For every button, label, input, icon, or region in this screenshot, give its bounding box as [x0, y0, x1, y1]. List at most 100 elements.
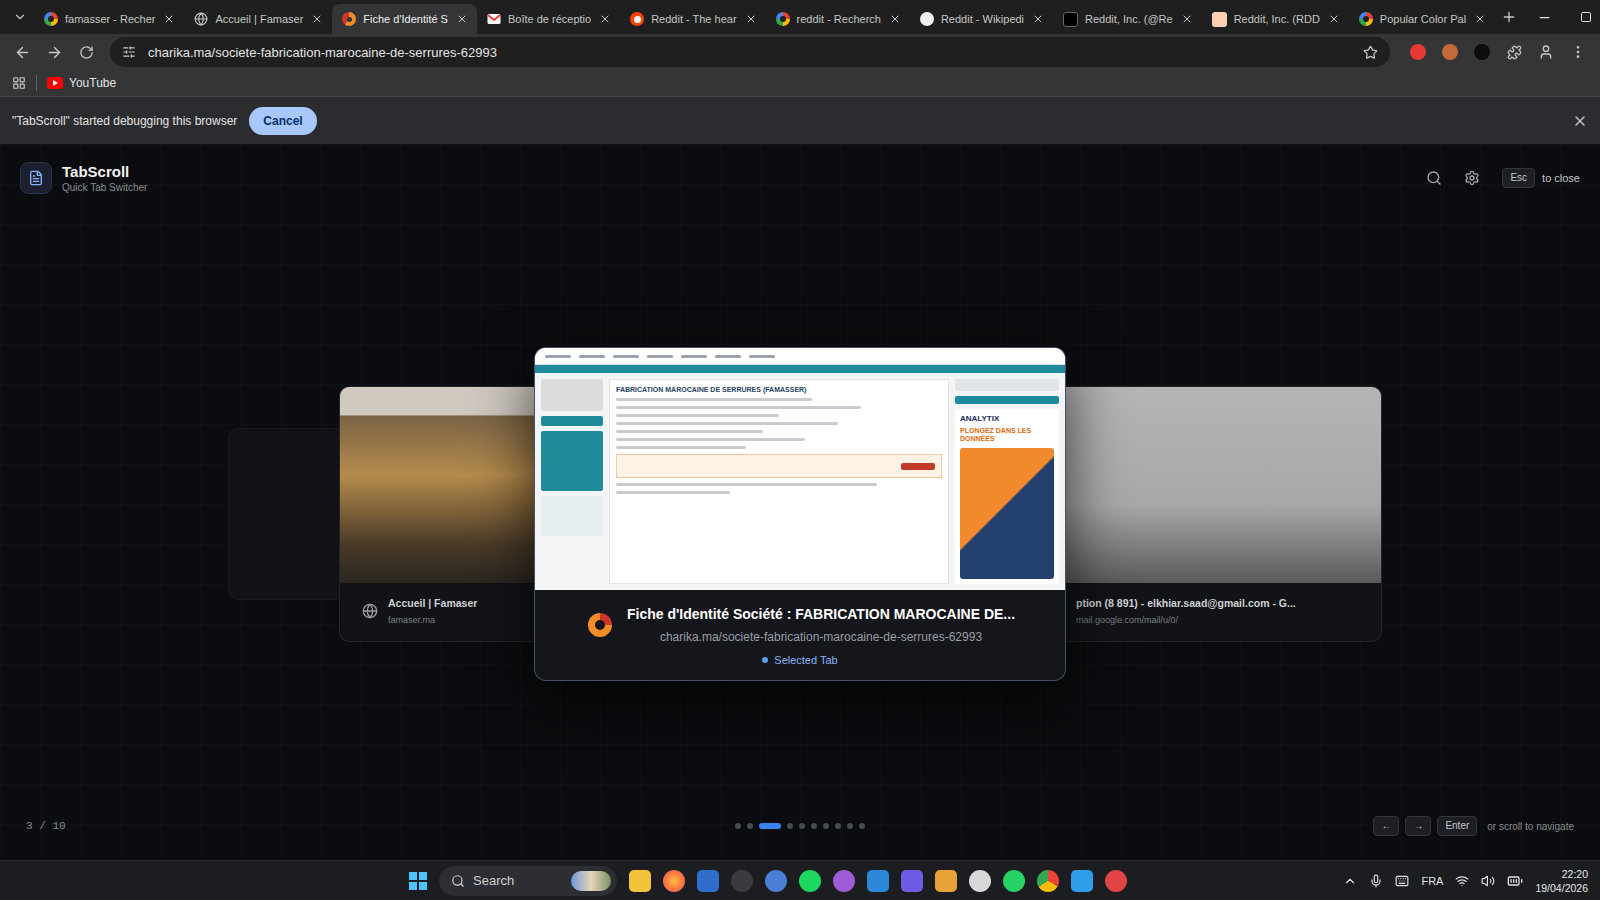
- extension-button[interactable]: [1436, 38, 1464, 66]
- infobar-close-button[interactable]: [1572, 113, 1588, 129]
- pagination-dot[interactable]: [859, 823, 865, 829]
- tab-label: Popular Color Pal: [1380, 13, 1466, 25]
- input-language[interactable]: FRA: [1421, 875, 1443, 887]
- preview-body: FABRICATION MAROCAINE DE SERRURES (FAMAS…: [535, 373, 1065, 590]
- browser-tab[interactable]: Fiche d'Identité S: [332, 4, 477, 34]
- app-icon[interactable]: [765, 870, 787, 892]
- file-explorer-icon[interactable]: [629, 870, 651, 892]
- navigation-hints: ←→Enteror scroll to navigate: [1373, 816, 1574, 836]
- browser-tab[interactable]: Reddit - Wikipedi: [910, 4, 1053, 34]
- minimize-button[interactable]: [1523, 0, 1565, 34]
- pagination-dot[interactable]: [823, 823, 829, 829]
- wifi-icon[interactable]: [1455, 874, 1469, 888]
- chrome-icon[interactable]: [1037, 870, 1059, 892]
- browser-tab[interactable]: reddit - Recherch: [766, 4, 910, 34]
- browser-tab[interactable]: Accueil | Famaser: [184, 4, 332, 34]
- extension-button[interactable]: [1468, 38, 1496, 66]
- terminal-icon[interactable]: [697, 870, 719, 892]
- accessibility-icon[interactable]: [731, 870, 753, 892]
- bookmarks-bar: YouTube: [0, 70, 1600, 96]
- reload-button[interactable]: [72, 38, 100, 66]
- photos-icon[interactable]: [935, 870, 957, 892]
- firefox-icon[interactable]: [663, 870, 685, 892]
- extension-button[interactable]: [1404, 38, 1432, 66]
- taskbar: Search FRA 22:2019/04/2026: [0, 860, 1600, 900]
- selected-badge: Selected Tab: [762, 654, 837, 666]
- google-icon: [776, 12, 790, 26]
- pagination-dot[interactable]: [759, 823, 781, 829]
- tab-close-button[interactable]: [310, 12, 324, 26]
- browser-tab[interactable]: famasser - Recher: [34, 4, 184, 34]
- microphone-icon[interactable]: [1369, 874, 1383, 888]
- tab-search-button[interactable]: [6, 3, 34, 31]
- tab-close-button[interactable]: [1473, 12, 1487, 26]
- pagination-dot[interactable]: [787, 823, 793, 829]
- store-icon[interactable]: [867, 870, 889, 892]
- address-bar[interactable]: charika.ma/societe-fabrication-marocaine…: [110, 37, 1390, 67]
- browser-tab[interactable]: Reddit, Inc. (@Re: [1053, 4, 1202, 34]
- bookmark[interactable]: YouTube: [47, 76, 116, 90]
- profile-button[interactable]: [1532, 38, 1560, 66]
- tab-close-button[interactable]: [162, 12, 176, 26]
- tab-close-button[interactable]: [1180, 12, 1194, 26]
- browser-tab[interactable]: Reddit, Inc. (RDD: [1202, 4, 1349, 34]
- pagination-dot[interactable]: [735, 823, 741, 829]
- chatgpt-icon[interactable]: [969, 870, 991, 892]
- spotify-icon[interactable]: [799, 870, 821, 892]
- close-hint[interactable]: Escto close: [1502, 168, 1580, 188]
- media-icon[interactable]: [833, 870, 855, 892]
- debug-infobar: "TabScroll" started debugging this brows…: [0, 96, 1600, 144]
- menu-button[interactable]: [1564, 38, 1592, 66]
- back-button[interactable]: [8, 38, 36, 66]
- forward-icon: [46, 44, 63, 61]
- forward-button[interactable]: [40, 38, 68, 66]
- apps-icon[interactable]: [12, 76, 26, 90]
- pagination-dot[interactable]: [847, 823, 853, 829]
- new-tab-button[interactable]: [1495, 3, 1523, 31]
- clock[interactable]: 22:2019/04/2026: [1535, 868, 1588, 894]
- tab-close-button[interactable]: [598, 12, 612, 26]
- battery-icon[interactable]: [1507, 873, 1523, 889]
- chevron-up-icon[interactable]: [1343, 874, 1357, 888]
- close-icon: [1181, 13, 1193, 25]
- vscode-icon[interactable]: [1071, 870, 1093, 892]
- tab-close-button[interactable]: [455, 12, 469, 26]
- taskbar-search[interactable]: Search: [439, 866, 617, 896]
- key-cap: ←: [1373, 816, 1399, 836]
- carousel[interactable]: Accueil | Famaserfamaser.maption (8 891)…: [0, 212, 1600, 816]
- tab-close-button[interactable]: [888, 12, 902, 26]
- pagination-dot[interactable]: [811, 823, 817, 829]
- volume-icon[interactable]: [1481, 874, 1495, 888]
- browser-tab[interactable]: Reddit - The hear: [620, 4, 765, 34]
- browser-tab[interactable]: Boîte de réceptio: [477, 4, 620, 34]
- keyboard-icon[interactable]: [1395, 874, 1409, 888]
- app-subtitle: Quick Tab Switcher: [62, 182, 147, 193]
- gear-icon[interactable]: [1464, 170, 1480, 186]
- tab-close-button[interactable]: [1327, 12, 1341, 26]
- app-icon[interactable]: [1105, 870, 1127, 892]
- tab-close-button[interactable]: [744, 12, 758, 26]
- browser-tab[interactable]: Popular Color Pal: [1349, 4, 1495, 34]
- close-icon: [1328, 13, 1340, 25]
- hint-text: or scroll to navigate: [1487, 821, 1574, 832]
- cancel-button[interactable]: Cancel: [249, 107, 316, 135]
- system-tray: FRA 22:2019/04/2026: [1343, 868, 1588, 894]
- whatsapp-icon[interactable]: [1003, 870, 1025, 892]
- windows-start-icon[interactable]: [409, 872, 427, 890]
- infobar-message: "TabScroll" started debugging this brows…: [12, 114, 237, 128]
- page-preview: FABRICATION MAROCAINE DE SERRURES (FAMAS…: [535, 348, 1065, 590]
- bookmark-star-icon[interactable]: [1363, 45, 1378, 60]
- window-controls: [1523, 0, 1600, 34]
- extensions-button[interactable]: [1500, 38, 1528, 66]
- pagination-dot[interactable]: [835, 823, 841, 829]
- close-icon: [599, 13, 611, 25]
- pagination-dot[interactable]: [747, 823, 753, 829]
- globe-icon: [194, 12, 208, 26]
- search-icon[interactable]: [1426, 170, 1442, 186]
- extension-icon: [1474, 44, 1490, 60]
- app-icon[interactable]: [901, 870, 923, 892]
- pagination-dot[interactable]: [799, 823, 805, 829]
- selected-tab-card[interactable]: FABRICATION MAROCAINE DE SERRURES (FAMAS…: [534, 347, 1066, 681]
- tab-close-button[interactable]: [1031, 12, 1045, 26]
- maximize-button[interactable]: [1565, 0, 1600, 34]
